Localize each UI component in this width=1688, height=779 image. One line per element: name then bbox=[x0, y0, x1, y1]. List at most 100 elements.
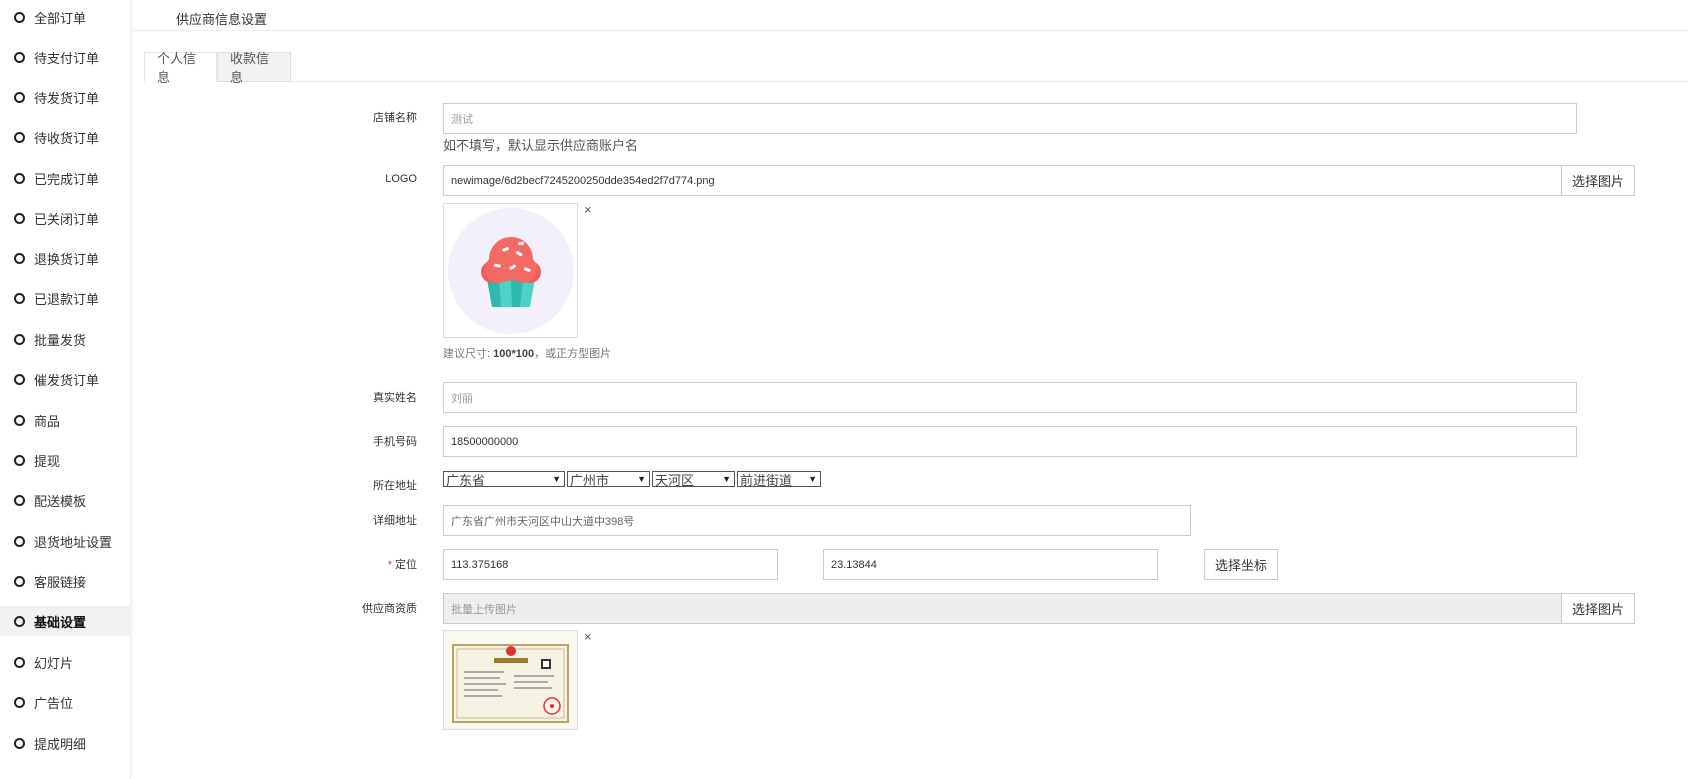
chevron-down-icon: ▼ bbox=[552, 474, 561, 484]
sidebar-item[interactable]: 基础设置 bbox=[0, 606, 131, 636]
tab-payment-info[interactable]: 收款信息 bbox=[217, 51, 291, 85]
sidebar-item[interactable]: 催发货订单 bbox=[0, 364, 131, 394]
province-value: 广东省 bbox=[446, 472, 486, 488]
sidebar-item[interactable]: 幻灯片 bbox=[0, 647, 131, 677]
real-name-input[interactable]: 刘丽 bbox=[443, 382, 1577, 413]
sidebar-item-label: 配送模板 bbox=[34, 493, 87, 509]
circle-icon bbox=[14, 11, 25, 23]
sidebar-item[interactable]: 配送模板 bbox=[0, 485, 131, 515]
sidebar-item[interactable]: 已退款订单 bbox=[0, 283, 131, 313]
required-mark: * bbox=[387, 559, 392, 571]
sidebar-item-label: 退换货订单 bbox=[34, 251, 100, 267]
circle-icon bbox=[14, 535, 25, 547]
sidebar-item[interactable]: 全部订单 bbox=[0, 2, 131, 32]
province-select[interactable]: 广东省 ▼ bbox=[443, 471, 565, 488]
sidebar-item[interactable]: 提现 bbox=[0, 445, 131, 475]
district-select[interactable]: 天河区 ▼ bbox=[652, 471, 735, 488]
sidebar-item-label: 待支付订单 bbox=[34, 50, 100, 66]
tab-personal-info[interactable]: 个人信息 bbox=[144, 51, 217, 85]
district-value: 天河区 bbox=[655, 472, 695, 488]
latitude-input[interactable]: 23.13844 bbox=[823, 549, 1158, 580]
page-title: 供应商信息设置 bbox=[176, 12, 268, 27]
street-select[interactable]: 前进街道 ▼ bbox=[737, 471, 821, 488]
select-coordinates-button[interactable]: 选择坐标 bbox=[1204, 549, 1278, 580]
shop-name-help: 如不填写，默认显示供应商账户名 bbox=[443, 138, 639, 153]
circle-icon bbox=[14, 373, 25, 385]
hint-prefix: 建议尺寸: bbox=[443, 348, 494, 360]
sidebar-item[interactable]: 商品 bbox=[0, 405, 131, 435]
sidebar-item[interactable]: 批量发货 bbox=[0, 324, 131, 354]
sidebar-item[interactable]: 退货地址设置 bbox=[0, 526, 131, 556]
qualification-select-image-button[interactable]: 选择图片 bbox=[1561, 593, 1635, 624]
logo-remove-icon[interactable]: × bbox=[584, 203, 592, 216]
circle-icon bbox=[14, 737, 25, 749]
sidebar-item-label: 全部订单 bbox=[34, 10, 87, 26]
city-select[interactable]: 广州市 ▼ bbox=[567, 471, 650, 488]
sidebar-item-label: 待收货订单 bbox=[34, 130, 100, 146]
sidebar-item[interactable]: 待支付订单 bbox=[0, 42, 131, 72]
circle-icon bbox=[14, 333, 25, 345]
detail-address-label: 详细地址 bbox=[373, 515, 417, 527]
hint-size: 100*100 bbox=[493, 348, 535, 360]
cupcake-logo-icon bbox=[448, 208, 574, 334]
sidebar-item[interactable]: 客服链接 bbox=[0, 566, 131, 596]
circle-icon bbox=[14, 91, 25, 103]
phone-label: 手机号码 bbox=[373, 436, 417, 448]
circle-icon bbox=[14, 172, 25, 184]
circle-icon bbox=[14, 696, 25, 708]
sidebar-item[interactable]: 已完成订单 bbox=[0, 163, 131, 193]
sidebar-item[interactable]: 已关闭订单 bbox=[0, 203, 131, 233]
circle-icon bbox=[14, 414, 25, 426]
sidebar-item-label: 提现 bbox=[34, 453, 61, 469]
business-license-thumbnail bbox=[443, 630, 578, 730]
street-value: 前进街道 bbox=[740, 472, 793, 488]
tabs-divider bbox=[144, 81, 1688, 82]
sidebar-item-label: 待发货订单 bbox=[34, 90, 100, 106]
circle-icon bbox=[14, 656, 25, 668]
chevron-down-icon: ▼ bbox=[722, 474, 731, 484]
address-label: 所在地址 bbox=[373, 480, 417, 492]
circle-icon bbox=[14, 494, 25, 506]
logo-preview bbox=[443, 203, 578, 338]
sidebar: 全部订单待支付订单待发货订单待收货订单已完成订单已关闭订单退换货订单已退款订单批… bbox=[0, 0, 131, 779]
circle-icon bbox=[14, 454, 25, 466]
sidebar-item-label: 基础设置 bbox=[34, 614, 87, 630]
sidebar-item-label: 客服链接 bbox=[34, 574, 87, 590]
hint-suffix: ，或正方型图片 bbox=[534, 348, 612, 360]
real-name-label: 真实姓名 bbox=[373, 392, 417, 404]
sidebar-item[interactable]: 广告位 bbox=[0, 687, 131, 717]
longitude-input[interactable]: 113.375168 bbox=[443, 549, 778, 580]
circle-icon bbox=[14, 575, 25, 587]
sidebar-item-label: 提成明细 bbox=[34, 736, 87, 752]
sidebar-item[interactable]: 待收货订单 bbox=[0, 122, 131, 152]
circle-icon bbox=[14, 252, 25, 264]
circle-icon bbox=[14, 131, 25, 143]
circle-icon bbox=[14, 212, 25, 224]
chevron-down-icon: ▼ bbox=[808, 474, 817, 484]
location-label-text: 定位 bbox=[395, 559, 417, 571]
sidebar-item-label: 批量发货 bbox=[34, 332, 87, 348]
sidebar-item-label: 广告位 bbox=[34, 695, 74, 711]
qualification-remove-icon[interactable]: × bbox=[584, 630, 592, 643]
divider bbox=[131, 30, 1688, 31]
sidebar-item[interactable]: 退换货订单 bbox=[0, 243, 131, 273]
sidebar-item-label: 已关闭订单 bbox=[34, 211, 100, 227]
qualification-input[interactable]: 批量上传图片 bbox=[443, 593, 1562, 624]
qualification-label: 供应商资质 bbox=[362, 603, 417, 615]
detail-address-input[interactable]: 广东省广州市天河区中山大道中398号 bbox=[443, 505, 1191, 536]
sidebar-item-label: 催发货订单 bbox=[34, 372, 100, 388]
shop-name-input[interactable]: 测试 bbox=[443, 103, 1577, 134]
city-value: 广州市 bbox=[570, 472, 610, 488]
phone-input[interactable]: 18500000000 bbox=[443, 426, 1577, 457]
logo-select-image-button[interactable]: 选择图片 bbox=[1561, 165, 1635, 196]
logo-path-input[interactable]: newimage/6d2becf7245200250dde354ed2f7d77… bbox=[443, 165, 1562, 196]
sidebar-item-label: 商品 bbox=[34, 413, 61, 429]
sidebar-item[interactable]: 待发货订单 bbox=[0, 82, 131, 112]
location-label: * 定位 bbox=[267, 556, 417, 572]
sidebar-item[interactable]: 提成明细 bbox=[0, 728, 131, 758]
chevron-down-icon: ▼ bbox=[637, 474, 646, 484]
logo-label: LOGO bbox=[385, 173, 417, 185]
sidebar-item-label: 已完成订单 bbox=[34, 171, 100, 187]
circle-icon bbox=[14, 615, 25, 627]
sidebar-item-label: 幻灯片 bbox=[34, 655, 74, 671]
